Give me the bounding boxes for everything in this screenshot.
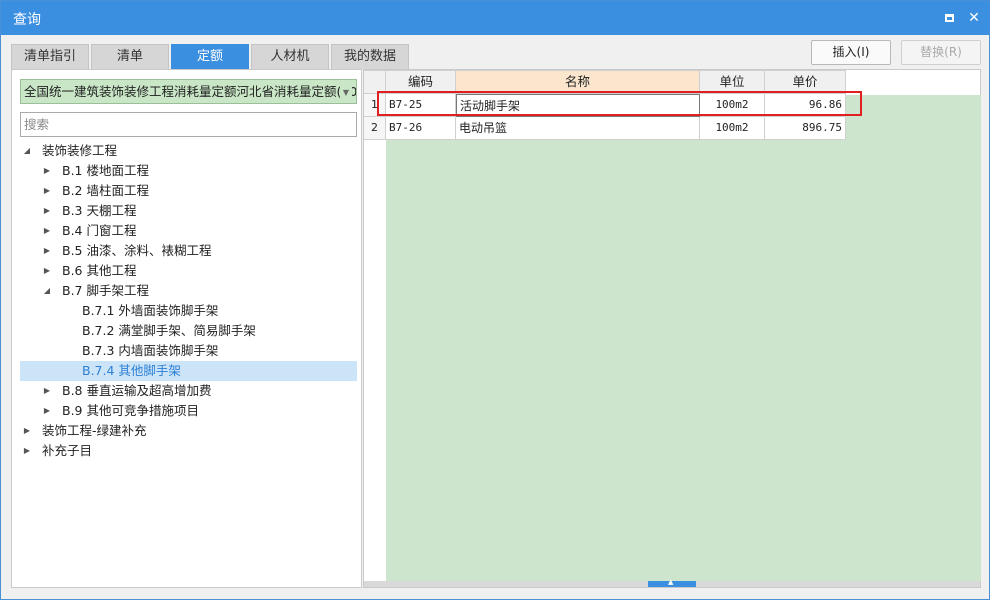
title-bar: 查询 ✕ <box>1 1 989 35</box>
collapsed-triangle-icon[interactable]: ▶ <box>42 401 52 421</box>
collapsed-triangle-icon[interactable]: ▶ <box>42 261 52 281</box>
collapsed-triangle-icon[interactable]: ▶ <box>42 241 52 261</box>
cell-price[interactable]: 896.75 <box>765 117 846 140</box>
quota-grid: 编码 名称 单位 单价 1 B7-25 活动脚手架 100m2 96.86 2 … <box>363 69 981 588</box>
cell-name[interactable]: 活动脚手架 <box>456 94 700 117</box>
library-panel: 全国统一建筑装饰装修工程消耗量定额河北省消耗量定额(20 ▼ 搜索 ◢ 装饰装修… <box>11 69 362 588</box>
tree-node-label: B.8 垂直运输及超高增加费 <box>62 383 212 398</box>
collapsed-triangle-icon[interactable]: ▶ <box>22 441 32 461</box>
tree-node-b8[interactable]: ▶ B.8 垂直运输及超高增加费 <box>20 381 357 401</box>
tree-node-label: B.3 天棚工程 <box>62 203 137 218</box>
tree-node-b7-1[interactable]: B.7.1 外墙面装饰脚手架 <box>20 301 357 321</box>
cell-name[interactable]: 电动吊篮 <box>456 117 700 140</box>
tree-node-b5[interactable]: ▶ B.5 油漆、涂料、裱糊工程 <box>20 241 357 261</box>
tree-node-label: B.7.2 满堂脚手架、简易脚手架 <box>82 323 256 338</box>
cell-code[interactable]: B7-25 <box>386 94 456 117</box>
tree-node-label: 装饰工程-绿建补充 <box>42 423 147 438</box>
grid-empty-area <box>386 95 981 581</box>
tab-my-data[interactable]: 我的数据 <box>331 44 409 69</box>
chevron-up-icon: ▲ <box>668 578 674 586</box>
tree-node-label: B.7.4 其他脚手架 <box>82 363 181 378</box>
search-input[interactable]: 搜索 <box>20 112 357 137</box>
tree-node-b6[interactable]: ▶ B.6 其他工程 <box>20 261 357 281</box>
collapsed-triangle-icon[interactable]: ▶ <box>42 161 52 181</box>
tree-node-b7[interactable]: ◢ B.7 脚手架工程 <box>20 281 357 301</box>
replace-button[interactable]: 替换(R) <box>901 40 981 65</box>
tab-materials[interactable]: 人材机 <box>251 44 329 69</box>
column-header-price[interactable]: 单价 <box>765 70 846 94</box>
close-button[interactable]: ✕ <box>964 8 984 28</box>
library-select[interactable]: 全国统一建筑装饰装修工程消耗量定额河北省消耗量定额(20 ▼ <box>20 79 357 104</box>
tree-node-label: 补充子目 <box>42 443 93 458</box>
tree-node-label: B.1 楼地面工程 <box>62 163 149 178</box>
cell-unit[interactable]: 100m2 <box>700 117 765 140</box>
tree-node-decoration[interactable]: ◢ 装饰装修工程 <box>20 141 357 161</box>
expanded-triangle-icon[interactable]: ◢ <box>42 281 52 301</box>
tree-node-b1[interactable]: ▶ B.1 楼地面工程 <box>20 161 357 181</box>
tree-node-b3[interactable]: ▶ B.3 天棚工程 <box>20 201 357 221</box>
maximize-icon <box>944 14 954 22</box>
collapsed-triangle-icon[interactable]: ▶ <box>42 381 52 401</box>
cell-price[interactable]: 96.86 <box>765 94 846 117</box>
tree-node-b2[interactable]: ▶ B.2 墙柱面工程 <box>20 181 357 201</box>
tree-node-label: B.5 油漆、涂料、裱糊工程 <box>62 243 212 258</box>
library-select-value: 全国统一建筑装饰装修工程消耗量定额河北省消耗量定额(20 <box>24 84 357 99</box>
tree-node-b4[interactable]: ▶ B.4 门窗工程 <box>20 221 357 241</box>
tree-node-green-building[interactable]: ▶ 装饰工程-绿建补充 <box>20 421 357 441</box>
tab-list[interactable]: 清单 <box>91 44 169 69</box>
tree-node-label: B.6 其他工程 <box>62 263 137 278</box>
column-header-code[interactable]: 编码 <box>386 70 456 94</box>
column-header-unit[interactable]: 单位 <box>700 70 765 94</box>
collapsed-triangle-icon[interactable]: ▶ <box>22 421 32 441</box>
row-number[interactable]: 2 <box>364 117 386 140</box>
tree-node-label: B.7.3 内墙面装饰脚手架 <box>82 343 219 358</box>
tab-quota[interactable]: 定额 <box>171 44 249 69</box>
tab-list-guide[interactable]: 清单指引 <box>11 44 89 69</box>
window-title: 查询 <box>13 12 41 28</box>
tree-node-label: 装饰装修工程 <box>42 143 118 158</box>
horizontal-scrollbar[interactable]: ▲ <box>364 578 980 587</box>
tree-node-supplement[interactable]: ▶ 补充子目 <box>20 441 357 461</box>
tree-node-b7-4[interactable]: B.7.4 其他脚手架 <box>20 361 357 381</box>
insert-button[interactable]: 插入(I) <box>811 40 891 65</box>
tree-node-b9[interactable]: ▶ B.9 其他可竞争措施项目 <box>20 401 357 421</box>
chevron-down-icon[interactable]: ▼ <box>340 81 352 103</box>
expanded-triangle-icon[interactable]: ◢ <box>22 141 32 161</box>
scrollbar-thumb[interactable]: ▲ <box>648 578 696 587</box>
row-number[interactable]: 1 <box>364 94 386 117</box>
tree-node-label: B.9 其他可竞争措施项目 <box>62 403 199 418</box>
column-header-name[interactable]: 名称 <box>456 70 700 94</box>
tree-node-label: B.4 门窗工程 <box>62 223 137 238</box>
maximize-button[interactable] <box>939 8 959 28</box>
collapsed-triangle-icon[interactable]: ▶ <box>42 201 52 221</box>
tree-node-b7-2[interactable]: B.7.2 满堂脚手架、简易脚手架 <box>20 321 357 341</box>
query-dialog: 查询 ✕ 清单指引 清单 定额 人材机 我的数据 插入(I) 替换(R) 全国统… <box>0 0 990 600</box>
cell-code[interactable]: B7-26 <box>386 117 456 140</box>
tree-node-label: B.7.1 外墙面装饰脚手架 <box>82 303 219 318</box>
tree-node-label: B.7 脚手架工程 <box>62 283 149 298</box>
grid-corner <box>364 70 386 94</box>
close-icon: ✕ <box>968 10 980 26</box>
tree-node-label: B.2 墙柱面工程 <box>62 183 149 198</box>
collapsed-triangle-icon[interactable]: ▶ <box>42 181 52 201</box>
cell-unit[interactable]: 100m2 <box>700 94 765 117</box>
collapsed-triangle-icon[interactable]: ▶ <box>42 221 52 241</box>
tree-node-b7-3[interactable]: B.7.3 内墙面装饰脚手架 <box>20 341 357 361</box>
